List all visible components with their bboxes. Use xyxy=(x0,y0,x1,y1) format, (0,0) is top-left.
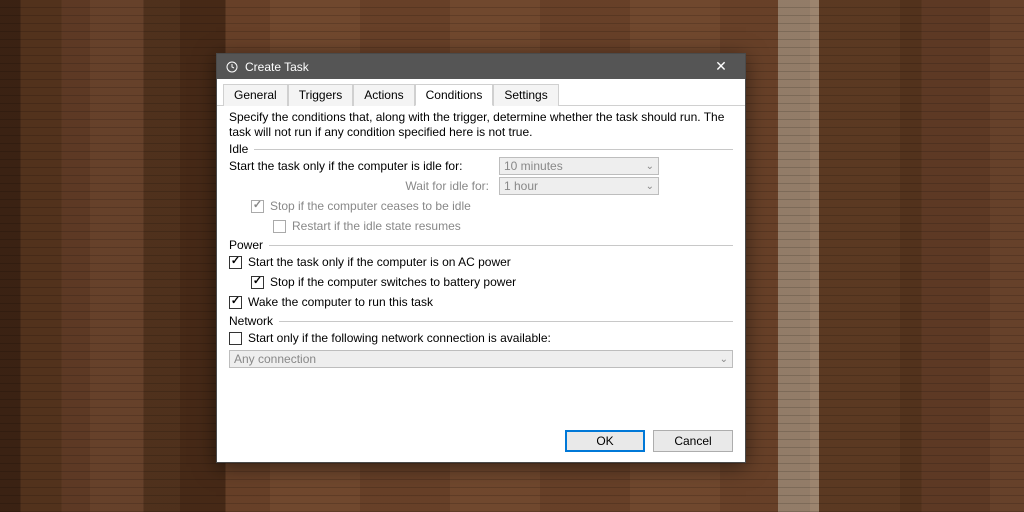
cancel-button[interactable]: Cancel xyxy=(653,430,733,452)
window-title: Create Task xyxy=(245,60,701,74)
select-network-connection-value: Any connection xyxy=(234,352,316,366)
tab-conditions[interactable]: Conditions xyxy=(415,84,494,106)
app-icon xyxy=(225,60,239,74)
label-network: Start only if the following network conn… xyxy=(248,331,551,345)
checkbox-network[interactable] xyxy=(229,332,242,345)
chevron-down-icon: ⌄ xyxy=(646,181,654,192)
tabstrip: General Triggers Actions Conditions Sett… xyxy=(217,79,745,106)
label-stop-if-ceases: Stop if the computer ceases to be idle xyxy=(270,199,471,213)
select-idle-duration-value: 10 minutes xyxy=(504,159,563,173)
dialog-footer: OK Cancel xyxy=(217,422,745,462)
checkbox-stop-if-ceases[interactable] xyxy=(251,200,264,213)
tab-general[interactable]: General xyxy=(223,84,288,106)
select-network-connection[interactable]: Any connection ⌄ xyxy=(229,350,733,368)
chevron-down-icon: ⌄ xyxy=(646,161,654,172)
label-start-only-idle: Start the task only if the computer is i… xyxy=(229,159,462,173)
create-task-dialog: Create Task ✕ General Triggers Actions C… xyxy=(216,53,746,463)
tab-actions[interactable]: Actions xyxy=(353,84,414,106)
select-wait-duration[interactable]: 1 hour ⌄ xyxy=(499,177,659,195)
close-icon[interactable]: ✕ xyxy=(701,54,741,79)
group-idle-label: Idle xyxy=(229,142,248,156)
chevron-down-icon: ⌄ xyxy=(720,354,728,365)
group-power-label: Power xyxy=(229,238,263,252)
tab-content: Specify the conditions that, along with … xyxy=(217,106,745,422)
checkbox-stop-on-battery[interactable] xyxy=(251,276,264,289)
tab-settings[interactable]: Settings xyxy=(493,84,558,106)
checkbox-wake-to-run[interactable] xyxy=(229,296,242,309)
label-wait-for-idle: Wait for idle for: xyxy=(229,179,489,193)
group-network: Network xyxy=(229,314,733,328)
label-wake-to-run: Wake the computer to run this task xyxy=(248,295,433,309)
titlebar: Create Task ✕ xyxy=(217,54,745,79)
label-stop-on-battery: Stop if the computer switches to battery… xyxy=(270,275,516,289)
group-network-label: Network xyxy=(229,314,273,328)
select-idle-duration[interactable]: 10 minutes ⌄ xyxy=(499,157,659,175)
checkbox-on-ac[interactable] xyxy=(229,256,242,269)
tab-triggers[interactable]: Triggers xyxy=(288,84,354,106)
checkbox-restart-if-resumes[interactable] xyxy=(273,220,286,233)
description-text: Specify the conditions that, along with … xyxy=(229,110,733,140)
group-power: Power xyxy=(229,238,733,252)
label-on-ac: Start the task only if the computer is o… xyxy=(248,255,511,269)
ok-button[interactable]: OK xyxy=(565,430,645,452)
label-restart-if-resumes: Restart if the idle state resumes xyxy=(292,219,461,233)
select-wait-duration-value: 1 hour xyxy=(504,179,538,193)
group-idle: Idle xyxy=(229,142,733,156)
